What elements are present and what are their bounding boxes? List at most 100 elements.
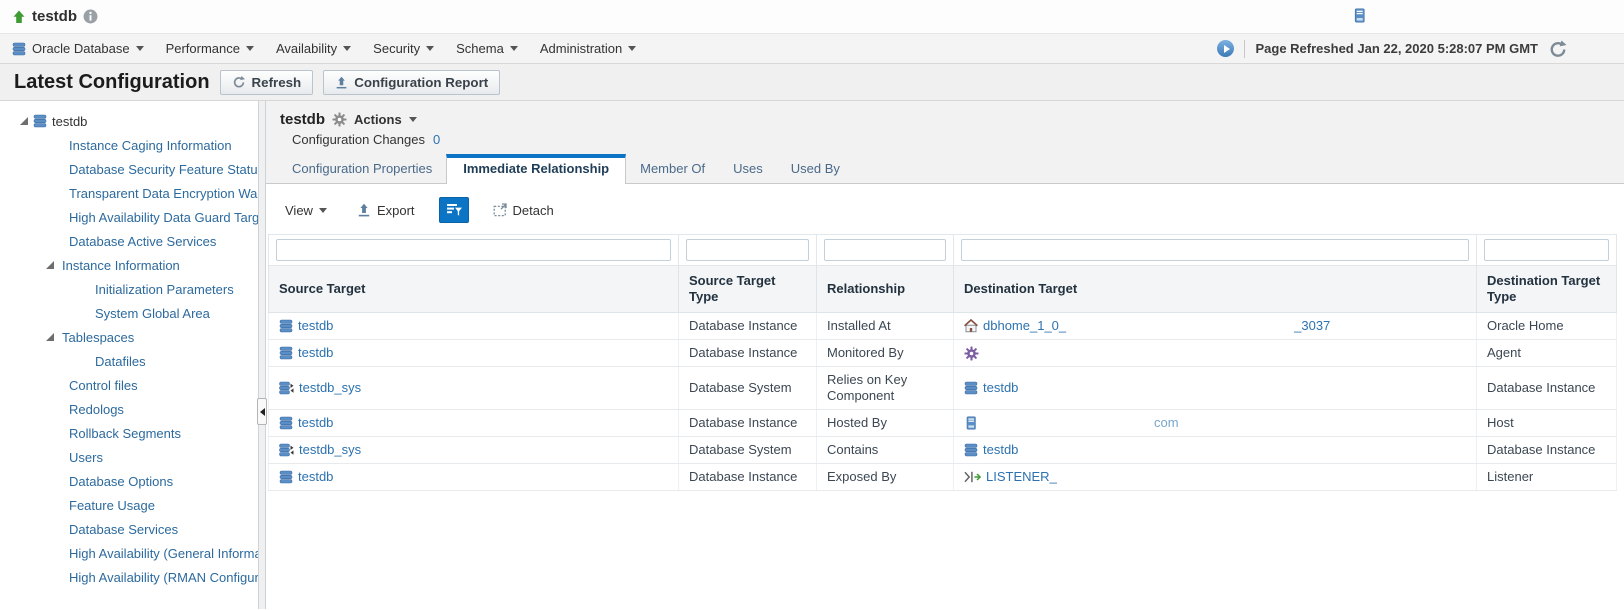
expand-caret-icon[interactable] bbox=[20, 117, 28, 125]
oracle-home-icon bbox=[964, 319, 978, 333]
table-row: testdb Database Instance Exposed By LIST… bbox=[268, 463, 1617, 491]
redacted-text bbox=[1071, 319, 1289, 333]
tab-uses[interactable]: Uses bbox=[719, 155, 777, 183]
column-relationship[interactable]: Relationship bbox=[816, 265, 954, 313]
detach-icon bbox=[493, 203, 507, 217]
table-row: testdb Database Instance Installed At db… bbox=[268, 312, 1617, 340]
refresh-button[interactable]: Refresh bbox=[219, 69, 314, 95]
filter-source-target-type-input[interactable] bbox=[686, 239, 809, 261]
chevron-down-icon bbox=[343, 46, 352, 51]
query-by-example-button[interactable] bbox=[438, 197, 469, 223]
menu-oracle-database[interactable]: Oracle Database bbox=[12, 41, 144, 56]
expand-caret-icon[interactable] bbox=[46, 333, 54, 341]
chevron-down-icon bbox=[628, 46, 637, 51]
page-refresh-icon[interactable] bbox=[1548, 39, 1568, 59]
filter-destination-target-input[interactable] bbox=[961, 239, 1469, 261]
agent-icon bbox=[964, 346, 979, 361]
source-target-link[interactable]: testdb bbox=[298, 415, 333, 431]
listener-icon bbox=[964, 471, 981, 483]
configuration-report-button[interactable]: Configuration Report bbox=[323, 69, 501, 95]
tree-item-high-availability-data-guard[interactable]: High Availability Data Guard Target S bbox=[0, 205, 258, 229]
tree-item-high-availability-general[interactable]: High Availability (General Information bbox=[0, 541, 258, 565]
filter-destination-target-type-input[interactable] bbox=[1484, 239, 1609, 261]
tree-item-redologs[interactable]: Redologs bbox=[0, 397, 258, 421]
relationship-tabs: Configuration Properties Immediate Relat… bbox=[266, 154, 1624, 184]
filter-relationship-input[interactable] bbox=[824, 239, 946, 261]
status-up-arrow-icon bbox=[12, 10, 26, 24]
expand-caret-icon[interactable] bbox=[46, 261, 54, 269]
tree-item-high-availability-rman[interactable]: High Availability (RMAN Configuration bbox=[0, 565, 258, 589]
database-system-icon bbox=[279, 381, 294, 395]
tree-item-rollback-segments[interactable]: Rollback Segments bbox=[0, 421, 258, 445]
detach-button[interactable]: Detach bbox=[493, 203, 554, 218]
source-target-link[interactable]: testdb_sys bbox=[299, 380, 361, 396]
destination-target-link[interactable]: testdb bbox=[983, 380, 1018, 396]
column-destination-target-type[interactable]: Destination Target Type bbox=[1476, 265, 1617, 313]
chevron-down-icon bbox=[408, 117, 417, 122]
tab-member-of[interactable]: Member Of bbox=[626, 155, 719, 183]
tree-item-system-global-area[interactable]: System Global Area bbox=[0, 301, 258, 325]
source-target-link[interactable]: testdb bbox=[298, 318, 333, 334]
redacted-text bbox=[983, 416, 1149, 430]
source-target-link[interactable]: testdb bbox=[298, 345, 333, 361]
tree-item-database-options[interactable]: Database Options bbox=[0, 469, 258, 493]
menu-performance[interactable]: Performance bbox=[166, 41, 254, 56]
destination-target-link[interactable]: LISTENER_ bbox=[986, 469, 1057, 485]
tree-item-database-services[interactable]: Database Services bbox=[0, 517, 258, 541]
collapse-left-icon bbox=[259, 407, 265, 416]
source-target-link[interactable]: testdb bbox=[298, 469, 333, 485]
table-row: testdb_sys Database System Relies on Key… bbox=[268, 366, 1617, 410]
tree-item-datafiles[interactable]: Datafiles bbox=[0, 349, 258, 373]
menu-schema[interactable]: Schema bbox=[456, 41, 518, 56]
menu-security[interactable]: Security bbox=[373, 41, 435, 56]
chevron-down-icon bbox=[426, 46, 435, 51]
panel-splitter[interactable] bbox=[257, 101, 267, 609]
tree-item-database-active-services[interactable]: Database Active Services bbox=[0, 229, 258, 253]
tree-item-instance-caging-information[interactable]: Instance Caging Information bbox=[0, 133, 258, 157]
tree-item-initialization-parameters[interactable]: Initialization Parameters bbox=[0, 277, 258, 301]
destination-target-link[interactable]: dbhome_1_0_ bbox=[983, 318, 1066, 334]
tab-configuration-properties[interactable]: Configuration Properties bbox=[278, 155, 446, 183]
actions-menu[interactable]: Actions bbox=[354, 112, 402, 127]
host-icon bbox=[964, 416, 978, 430]
tree-item-testdb[interactable]: testdb bbox=[0, 109, 258, 133]
tab-immediate-relationship[interactable]: Immediate Relationship bbox=[446, 154, 627, 184]
destination-target-link[interactable]: testdb bbox=[983, 442, 1018, 458]
host-icon bbox=[1352, 8, 1367, 23]
tree-item-transparent-data-encryption-wallet[interactable]: Transparent Data Encryption Wallet bbox=[0, 181, 258, 205]
configuration-changes-count[interactable]: 0 bbox=[433, 132, 440, 147]
table-row: testdb_sys Database System Contains test… bbox=[268, 436, 1617, 464]
tree-item-tablespaces[interactable]: Tablespaces bbox=[0, 325, 258, 349]
menu-availability[interactable]: Availability bbox=[276, 41, 352, 56]
export-button[interactable]: Export bbox=[357, 203, 415, 218]
auto-refresh-play-button[interactable] bbox=[1217, 40, 1235, 57]
destination-target-link[interactable]: com bbox=[1154, 415, 1179, 431]
top-bar: testdb bbox=[0, 0, 1624, 33]
tree-item-feature-usage[interactable]: Feature Usage bbox=[0, 493, 258, 517]
collapse-panel-button[interactable] bbox=[257, 398, 267, 425]
tab-used-by[interactable]: Used By bbox=[777, 155, 854, 183]
page-title: Latest Configuration bbox=[14, 70, 210, 93]
database-instance-icon bbox=[964, 443, 978, 457]
info-icon[interactable] bbox=[83, 9, 98, 24]
tree-item-database-security-feature-status[interactable]: Database Security Feature Status bbox=[0, 157, 258, 181]
menu-administration[interactable]: Administration bbox=[540, 41, 637, 56]
gear-icon bbox=[332, 112, 347, 127]
source-target-link[interactable]: testdb_sys bbox=[299, 442, 361, 458]
database-instance-icon bbox=[279, 470, 293, 484]
column-destination-target[interactable]: Destination Target bbox=[953, 265, 1477, 313]
column-source-target[interactable]: Source Target bbox=[268, 265, 679, 313]
database-icon bbox=[33, 114, 47, 128]
chevron-down-icon bbox=[245, 46, 254, 51]
export-icon bbox=[357, 203, 371, 217]
database-instance-icon bbox=[279, 319, 293, 333]
chevron-down-icon bbox=[318, 207, 327, 213]
tree-item-instance-information[interactable]: Instance Information bbox=[0, 253, 258, 277]
column-source-target-type[interactable]: Source Target Type bbox=[678, 265, 817, 313]
filter-source-target-input[interactable] bbox=[276, 239, 671, 261]
configuration-changes-label: Configuration Changes bbox=[292, 132, 425, 147]
play-icon bbox=[1223, 44, 1230, 53]
tree-item-users[interactable]: Users bbox=[0, 445, 258, 469]
tree-item-control-files[interactable]: Control files bbox=[0, 373, 258, 397]
view-menu[interactable]: View bbox=[285, 203, 327, 218]
